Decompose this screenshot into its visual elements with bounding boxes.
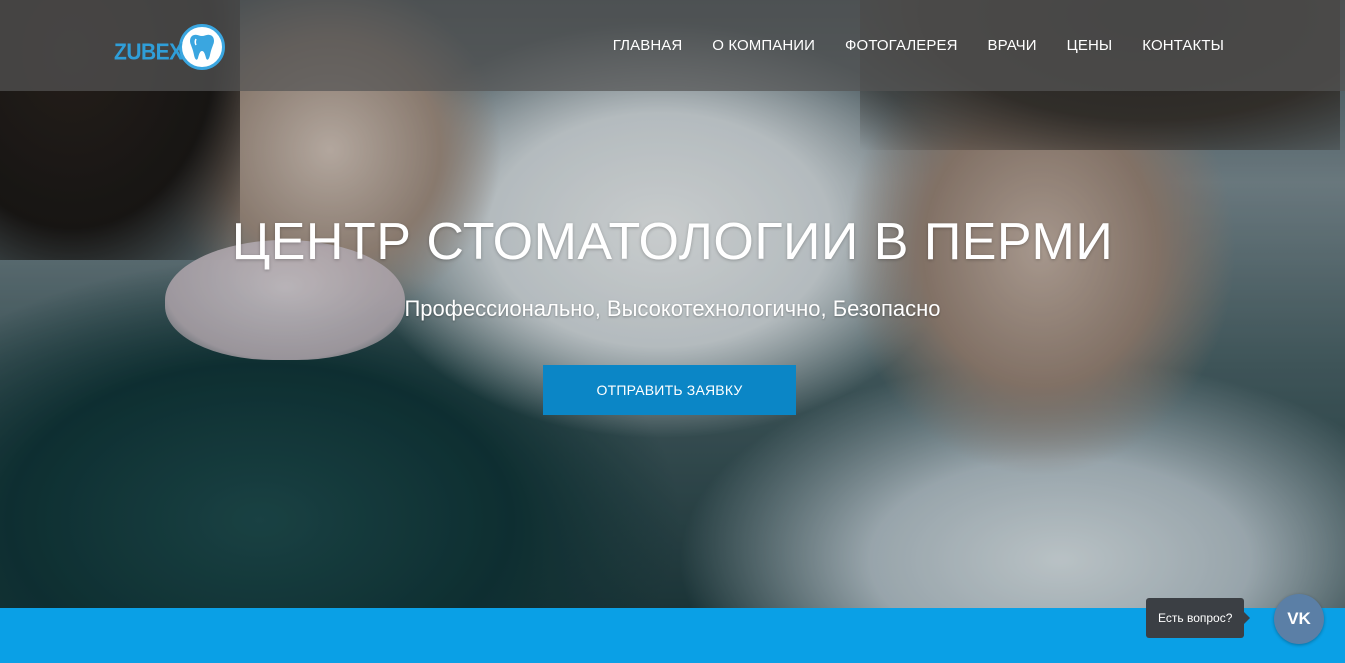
send-request-button[interactable]: ОТПРАВИТЬ ЗАЯВКУ: [543, 365, 796, 415]
nav-item-prices[interactable]: ЦЕНЫ: [1067, 37, 1113, 54]
vk-icon[interactable]: VK: [1274, 594, 1324, 644]
nav-item-doctors[interactable]: ВРАЧИ: [988, 37, 1037, 54]
vk-question-tooltip: Есть вопрос?: [1146, 598, 1251, 638]
vk-icon-text: VK: [1287, 609, 1311, 628]
site-header: ZUBEX ГЛАВНАЯ О КОМПАНИИ ФОТОГАЛЕРЕЯ ВРА…: [0, 0, 1345, 91]
site-logo[interactable]: ZUBEX: [114, 24, 225, 70]
hero-subtitle: Профессионально, Высокотехнологично, Без…: [404, 296, 941, 321]
logo-text: ZUBEX: [114, 39, 183, 66]
bottom-blue-strip: [0, 608, 1345, 663]
main-nav: ГЛАВНАЯ О КОМПАНИИ ФОТОГАЛЕРЕЯ ВРАЧИ ЦЕН…: [583, 37, 1224, 54]
hero-title: ЦЕНТР СТОМАТОЛОГИИ В ПЕРМИ: [231, 213, 1114, 271]
nav-item-home[interactable]: ГЛАВНАЯ: [613, 37, 683, 54]
tooth-icon: [178, 24, 225, 70]
nav-item-about[interactable]: О КОМПАНИИ: [712, 37, 815, 54]
nav-item-contacts[interactable]: КОНТАКТЫ: [1142, 37, 1224, 54]
nav-item-gallery[interactable]: ФОТОГАЛЕРЕЯ: [845, 37, 957, 54]
